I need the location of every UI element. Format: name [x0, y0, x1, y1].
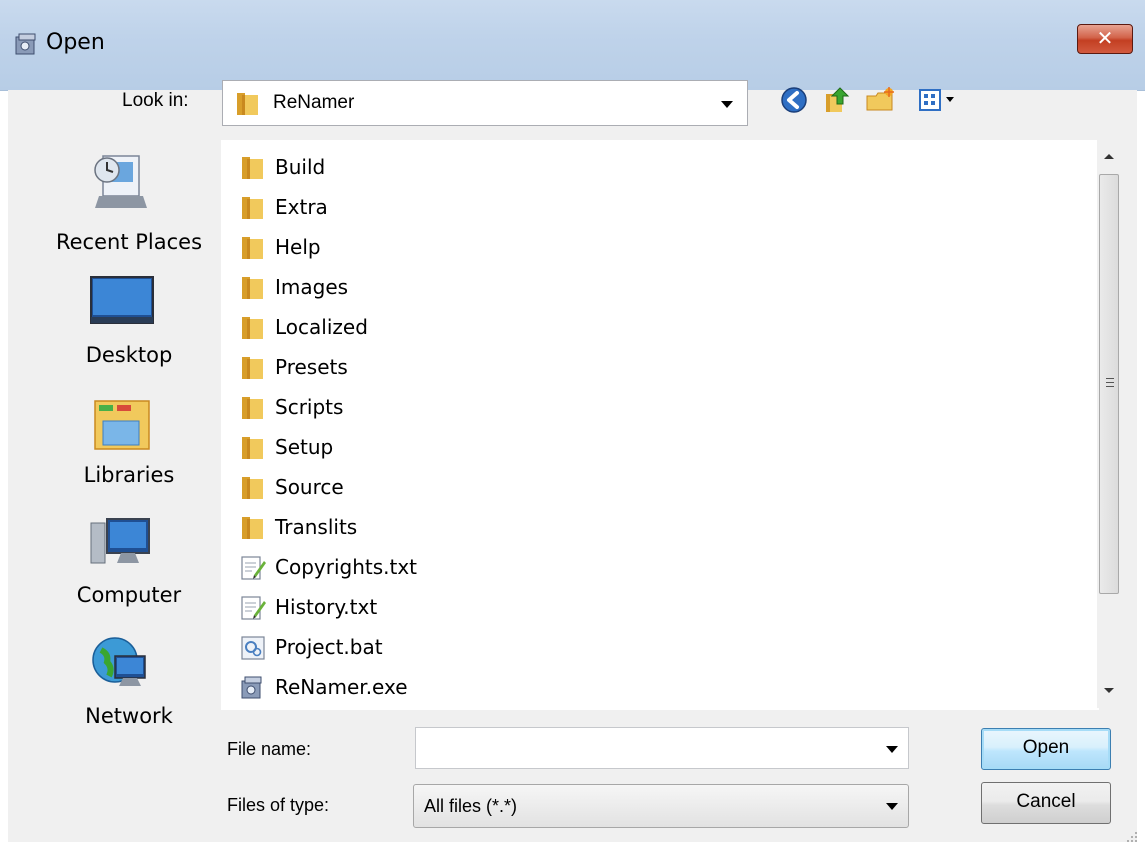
computer-icon: [90, 518, 150, 564]
place-libraries[interactable]: Libraries: [39, 395, 219, 505]
folder-icon: [242, 237, 263, 259]
file-name: Project.bat: [275, 635, 383, 659]
vertical-scrollbar[interactable]: [1097, 140, 1121, 708]
chevron-down-icon: [886, 803, 898, 810]
close-icon: ✕: [1096, 26, 1114, 50]
batch-file-icon: [241, 636, 265, 660]
open-dialog: Open ✕ Look in: ReNamer Recent Places De…: [0, 0, 1145, 850]
folder-icon: [242, 277, 263, 299]
file-name: Presets: [275, 355, 348, 379]
file-list[interactable]: Build Extra Help Images Localized Preset…: [221, 140, 1099, 710]
place-desktop[interactable]: Desktop: [39, 275, 219, 385]
grip-line: [1106, 378, 1114, 379]
place-label: Libraries: [83, 463, 175, 487]
look-in-value: ReNamer: [273, 92, 355, 113]
resize-grip-icon[interactable]: [1123, 828, 1139, 844]
chevron-down-icon: [721, 101, 733, 108]
place-label: Recent Places: [55, 230, 203, 254]
places-bar: Recent Places Desktop Libraries Computer…: [39, 140, 219, 728]
files-of-type-label: Files of type:: [227, 795, 330, 815]
chevron-down-icon[interactable]: [886, 746, 898, 753]
scroll-thumb[interactable]: [1099, 174, 1119, 594]
place-label: Computer: [76, 583, 182, 607]
network-icon: [92, 637, 146, 686]
recent-places-icon: [94, 155, 147, 208]
scroll-up-icon[interactable]: [1097, 144, 1121, 168]
file-name: Scripts: [275, 395, 344, 419]
renamer-app-icon: [241, 676, 262, 699]
place-label: Network: [85, 704, 173, 728]
folder-icon: [242, 477, 263, 499]
folder-icon: [242, 517, 263, 539]
folder-icon: [237, 93, 258, 115]
file-name: Copyrights.txt: [275, 555, 418, 579]
back-icon[interactable]: [778, 84, 810, 116]
view-menu-icon[interactable]: [918, 84, 960, 116]
text-file-icon: [241, 596, 266, 620]
place-computer[interactable]: Computer: [39, 515, 219, 625]
grip-line: [1106, 386, 1114, 387]
folder-icon: [242, 437, 263, 459]
renamer-app-icon: [15, 33, 36, 55]
scroll-down-icon[interactable]: [1097, 678, 1121, 702]
file-name: Help: [275, 235, 321, 259]
close-button[interactable]: ✕: [1077, 24, 1133, 54]
file-name: ReNamer.exe: [275, 675, 408, 699]
look-in-combo[interactable]: ReNamer: [222, 80, 748, 126]
window-title: Open: [46, 30, 105, 55]
place-label: Desktop: [85, 343, 173, 367]
file-name: Images: [275, 275, 349, 299]
look-in-label: Look in:: [122, 90, 189, 111]
folder-icon: [242, 357, 263, 379]
open-button[interactable]: Open: [981, 728, 1111, 770]
file-name: Extra: [275, 195, 328, 219]
grip-line: [1106, 382, 1114, 383]
up-folder-icon[interactable]: [820, 84, 852, 116]
text-file-icon: [241, 556, 266, 580]
folder-icon: [242, 197, 263, 219]
folder-icon: [242, 317, 263, 339]
file-name-label: File name:: [227, 739, 312, 759]
libraries-icon: [94, 400, 150, 450]
file-name: Translits: [275, 515, 358, 539]
new-folder-icon[interactable]: [864, 84, 896, 116]
file-name: Source: [275, 475, 344, 499]
desktop-icon: [90, 276, 154, 324]
file-name: Localized: [275, 315, 368, 339]
files-of-type-value: All files (*.*): [424, 796, 518, 816]
place-network[interactable]: Network: [39, 632, 219, 742]
files-of-type-select[interactable]: All files (*.*): [413, 784, 909, 828]
folder-icon: [242, 157, 263, 179]
file-name: Build: [275, 155, 326, 179]
cancel-button[interactable]: Cancel: [981, 782, 1111, 824]
file-name-input[interactable]: [415, 727, 909, 769]
place-recent-places[interactable]: Recent Places: [39, 150, 219, 260]
file-name: Setup: [275, 435, 334, 459]
title-bar[interactable]: Open ✕: [0, 0, 1145, 91]
file-name: History.txt: [275, 595, 378, 619]
folder-icon: [242, 397, 263, 419]
